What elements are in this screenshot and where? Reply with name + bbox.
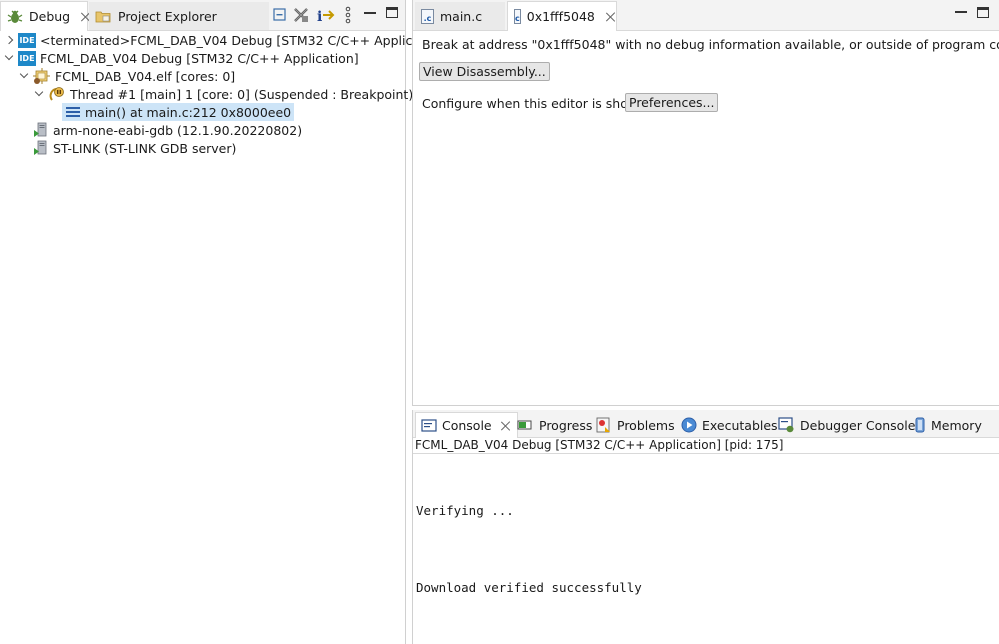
tree-item-label: ST-LINK (ST-LINK GDB server) bbox=[53, 140, 237, 156]
tab-problems[interactable]: Problems bbox=[596, 414, 675, 436]
tree-item-terminated-launch[interactable]: IDE <terminated>FCML_DAB_V04 Debug [STM3… bbox=[4, 31, 449, 49]
c-file-icon: .c bbox=[421, 8, 434, 24]
console-icon bbox=[421, 418, 437, 433]
tab-executables[interactable]: Executables bbox=[681, 414, 778, 436]
tab-main-c-label: main.c bbox=[440, 8, 483, 24]
tree-item-gdb[interactable]: arm-none-eabi-gdb (12.1.90.20220802) bbox=[33, 121, 302, 139]
tree-item-launch[interactable]: IDE FCML_DAB_V04 Debug [STM32 C/C++ Appl… bbox=[4, 49, 359, 67]
tree-item-label: <terminated>FCML_DAB_V04 Debug [STM32 C/… bbox=[40, 32, 449, 48]
c-file-icon: c bbox=[514, 9, 521, 24]
tab-console-label: Console bbox=[442, 418, 492, 433]
tree-item-elf[interactable]: FCML_DAB_V04.elf [cores: 0] bbox=[19, 67, 235, 85]
debugger-console-icon bbox=[778, 417, 795, 433]
tab-problems-label: Problems bbox=[617, 417, 675, 433]
svg-text:i: i bbox=[317, 9, 322, 24]
chevron-down-icon[interactable] bbox=[4, 53, 14, 63]
tree-item-label: main() at main.c:212 0x8000ee0 bbox=[85, 104, 292, 120]
close-icon[interactable] bbox=[605, 11, 610, 23]
close-icon[interactable] bbox=[80, 11, 81, 23]
ide-icon: IDE bbox=[18, 50, 36, 66]
debug-tabbar: Debug Project Explorer i bbox=[0, 0, 405, 31]
ide-icon: IDE bbox=[18, 32, 36, 48]
editor-area: .c main.c c 0x1fff5048 Break at address … bbox=[412, 0, 999, 406]
view-menu-icon[interactable] bbox=[344, 6, 352, 24]
debug-view: Debug Project Explorer i IDE <terminated… bbox=[0, 0, 449, 644]
remove-terminated-icon[interactable] bbox=[292, 6, 310, 24]
thread-suspended-icon bbox=[48, 86, 66, 102]
tab-debug-label: Debug bbox=[29, 9, 71, 24]
tree-item-stack-frame[interactable]: main() at main.c:212 0x8000ee0 bbox=[62, 103, 295, 121]
tree-item-label: Thread #1 [main] 1 [core: 0] (Suspended … bbox=[70, 86, 414, 102]
close-icon[interactable] bbox=[500, 420, 512, 432]
tree-item-label: arm-none-eabi-gdb (12.1.90.20220802) bbox=[53, 122, 303, 138]
gdb-server-icon bbox=[33, 140, 49, 156]
no-source-message: Break at address "0x1fff5048" with no de… bbox=[422, 37, 999, 52]
stack-frame-icon bbox=[65, 106, 81, 118]
chevron-right-icon[interactable] bbox=[4, 35, 14, 45]
console-view: Console Progress Problems Executables De… bbox=[412, 410, 999, 644]
progress-icon bbox=[517, 418, 534, 432]
maximize-icon[interactable] bbox=[977, 7, 989, 18]
tab-address[interactable]: c 0x1fff5048 bbox=[507, 1, 617, 31]
tab-debugger-console-label: Debugger Console bbox=[800, 417, 916, 433]
tree-item-thread[interactable]: Thread #1 [main] 1 [core: 0] (Suspended … bbox=[34, 85, 413, 103]
collapse-all-icon[interactable] bbox=[272, 7, 288, 23]
console-line: Download verified successfully bbox=[416, 580, 642, 595]
folder-icon bbox=[95, 8, 112, 24]
editor-tabbar: .c main.c c 0x1fff5048 bbox=[413, 0, 999, 31]
tab-memory-label: Memory bbox=[931, 417, 982, 433]
configure-label: Configure when this editor is shown bbox=[422, 96, 647, 111]
problems-icon bbox=[596, 417, 612, 433]
tree-item-label: FCML_DAB_V04.elf [cores: 0] bbox=[55, 68, 236, 84]
tab-debugger-console[interactable]: Debugger Console bbox=[778, 414, 915, 436]
gdb-process-icon bbox=[33, 122, 49, 138]
console-tabbar: Console Progress Problems Executables De… bbox=[413, 410, 999, 438]
tree-item-label: FCML_DAB_V04 Debug [STM32 C/C++ Applicat… bbox=[40, 50, 359, 66]
executables-icon bbox=[681, 417, 697, 433]
maximize-icon[interactable] bbox=[386, 7, 398, 18]
tree-item-stlink[interactable]: ST-LINK (ST-LINK GDB server) bbox=[33, 139, 236, 157]
preferences-button[interactable]: Preferences... bbox=[625, 93, 719, 112]
tab-debug[interactable]: Debug bbox=[0, 1, 88, 31]
minimize-icon[interactable] bbox=[364, 12, 376, 14]
console-output[interactable]: Verifying ... Download verified successf… bbox=[413, 454, 999, 644]
tab-executables-label: Executables bbox=[702, 417, 778, 433]
elf-icon bbox=[33, 68, 51, 84]
chevron-down-icon[interactable] bbox=[34, 89, 44, 99]
tab-main-c[interactable]: .c main.c bbox=[415, 2, 505, 30]
tab-project-explorer[interactable]: Project Explorer bbox=[89, 2, 269, 30]
console-process-description: FCML_DAB_V04 Debug [STM32 C/C++ Applicat… bbox=[413, 438, 999, 454]
tab-memory[interactable]: Memory bbox=[914, 414, 982, 436]
tab-project-explorer-label: Project Explorer bbox=[118, 8, 217, 24]
tab-progress-label: Progress bbox=[539, 417, 593, 433]
minimize-icon[interactable] bbox=[955, 11, 967, 13]
view-disassembly-button[interactable]: View Disassembly... bbox=[419, 62, 550, 81]
debug-bug-icon bbox=[7, 9, 23, 25]
tab-progress[interactable]: Progress bbox=[517, 414, 592, 436]
tab-address-label: 0x1fff5048 bbox=[526, 9, 595, 24]
chevron-down-icon[interactable] bbox=[19, 71, 29, 81]
console-line: Verifying ... bbox=[416, 503, 514, 518]
tab-console[interactable]: Console bbox=[415, 412, 518, 438]
step-into-icon[interactable]: i bbox=[316, 6, 336, 24]
memory-icon bbox=[914, 417, 926, 433]
